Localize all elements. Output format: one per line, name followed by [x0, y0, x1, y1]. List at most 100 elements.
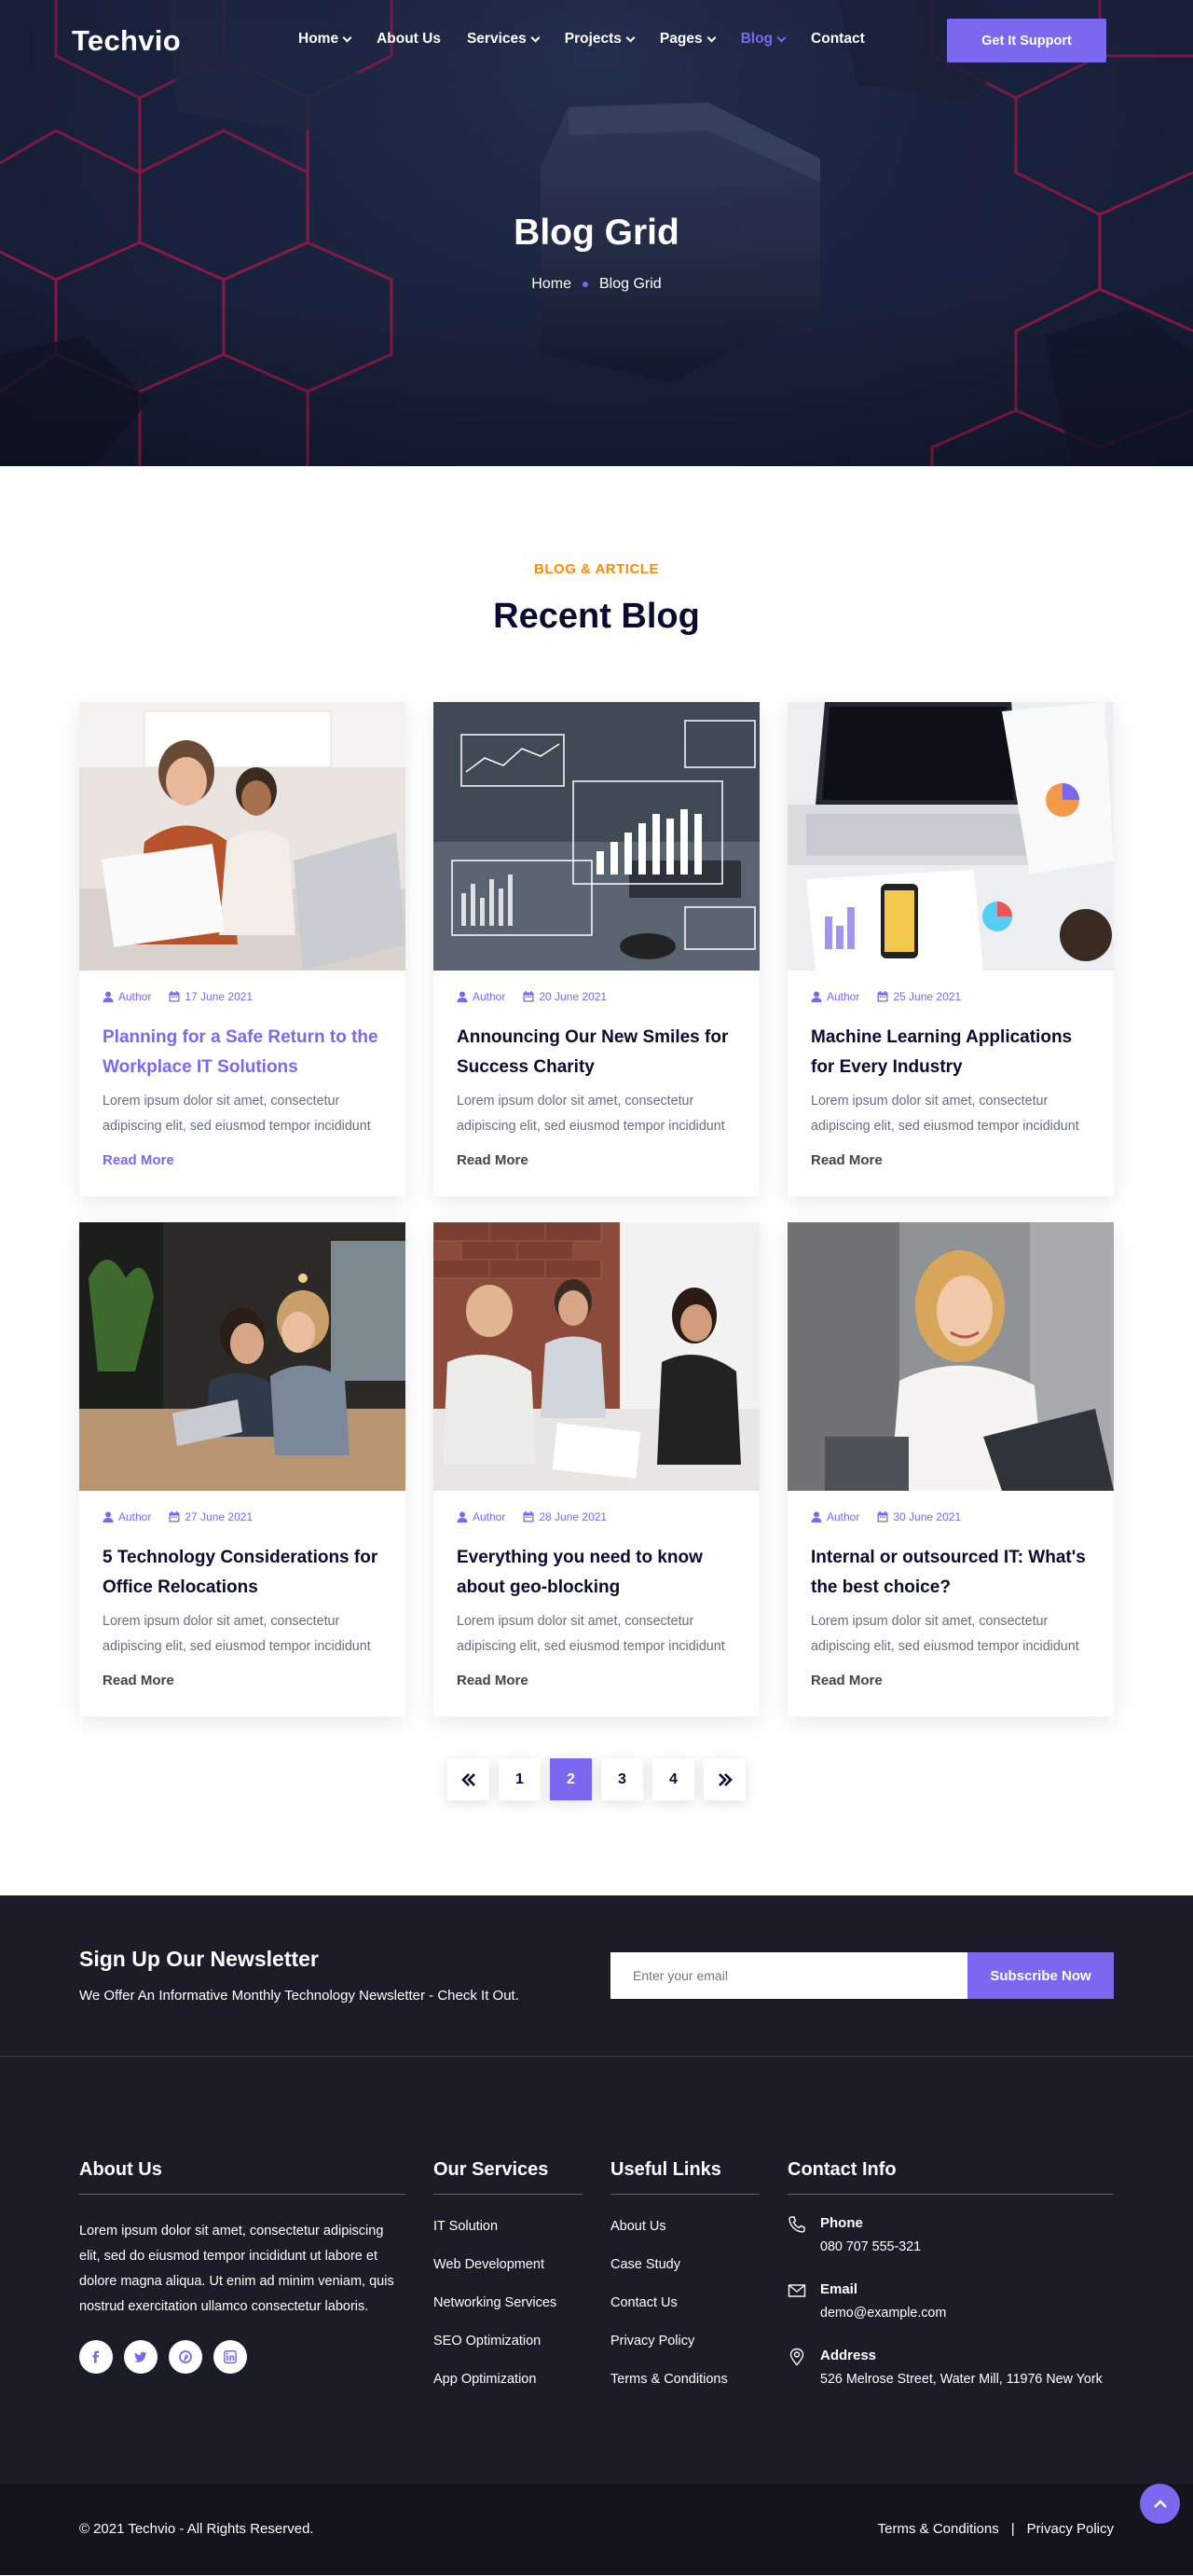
terms-link[interactable]: Terms & Conditions [878, 2521, 999, 2537]
facebook-link[interactable] [79, 2340, 113, 2374]
woman-and-girl-with-laptop-image [79, 702, 405, 971]
privacy-link[interactable]: Privacy Policy [1027, 2521, 1114, 2537]
nav-item-label: Projects [564, 31, 622, 47]
contact-phone-value[interactable]: 080 707 555-321 [820, 2239, 1114, 2254]
read-more-link[interactable]: Read More [811, 1673, 883, 1688]
nav-item-blog[interactable]: Blog [741, 31, 787, 48]
nav-item-contact[interactable]: Contact [811, 31, 865, 48]
contact-phone: Phone 080 707 555-321 [788, 2215, 1114, 2261]
service-link[interactable]: App Optimization [433, 2361, 583, 2399]
blog-card-meta: Author 25 June 2021 [811, 990, 961, 1003]
useful-link[interactable]: Terms & Conditions [610, 2361, 760, 2399]
chevron-down-icon [776, 33, 787, 42]
blog-card-image[interactable] [788, 1222, 1114, 1491]
blog-card-date: 28 June 2021 [539, 1510, 608, 1523]
copyright-bar: © 2021 Techvio - All Rights Reserved. Te… [0, 2484, 1193, 2575]
site-logo[interactable]: Techvio [72, 24, 181, 58]
nav-item-label: Home [298, 31, 339, 47]
pagination-prev-button[interactable] [447, 1758, 489, 1800]
read-more-link[interactable]: Read More [457, 1673, 528, 1688]
pagination: 1 2 3 4 [447, 1758, 755, 1800]
useful-link[interactable]: Contact Us [610, 2284, 760, 2322]
pagination-page-4[interactable]: 4 [652, 1758, 694, 1800]
breadcrumb-home-link[interactable]: Home [531, 276, 571, 293]
blog-card: Author 20 June 2021 Announcing Our New Smi… [433, 702, 760, 1196]
blog-card-image[interactable] [433, 1222, 760, 1491]
read-more-link[interactable]: Read More [811, 1152, 883, 1168]
service-link[interactable]: SEO Optimization [433, 2322, 583, 2361]
nav-item-home[interactable]: Home [298, 31, 352, 48]
blog-card-title[interactable]: Announcing Our New Smiles for Success Ch… [457, 1023, 741, 1082]
nav-item-projects[interactable]: Projects [564, 31, 636, 48]
service-link[interactable]: Web Development [433, 2246, 583, 2284]
blog-card-meta: Author 17 June 2021 [103, 990, 253, 1003]
blog-card-meta: Author 28 June 2021 [457, 1510, 607, 1523]
map-pin-icon [789, 2348, 804, 2366]
twitter-link[interactable] [124, 2340, 158, 2374]
service-link[interactable]: Networking Services [433, 2284, 583, 2322]
nav-item-label: About Us [377, 31, 441, 47]
useful-link[interactable]: Case Study [610, 2246, 760, 2284]
blog-card-image[interactable] [788, 702, 1114, 971]
footer-services-column: Our Services IT Solution Web Development… [433, 2159, 583, 2399]
blog-card-image[interactable] [433, 702, 760, 971]
team-meeting-image [433, 1222, 760, 1491]
read-more-link[interactable]: Read More [103, 1673, 174, 1688]
pinterest-link[interactable] [169, 2340, 202, 2374]
blog-card-date: 25 June 2021 [893, 990, 962, 1003]
blog-card-image[interactable] [79, 702, 405, 971]
nav-item-about-us[interactable]: About Us [377, 31, 441, 48]
nav-item-pages[interactable]: Pages [660, 31, 717, 48]
contact-address-value: 526 Melrose Street, Water Mill, 11976 Ne… [820, 2372, 1103, 2387]
footer-contact-title: Contact Info [788, 2159, 1114, 2195]
linkedin-link[interactable] [213, 2340, 247, 2374]
blog-card-title[interactable]: Internal or outsourced IT: What's the be… [811, 1543, 1095, 1603]
blog-card: Author 25 June 2021 Machine Learning Appli… [788, 702, 1114, 1196]
copyright-text: 2021 Techvio - All Rights Reserved. [93, 2521, 314, 2537]
blog-card-image[interactable] [79, 1222, 405, 1491]
blog-card-title[interactable]: Everything you need to know about geo-bl… [457, 1543, 741, 1603]
blog-card-author[interactable]: Author [118, 1510, 151, 1523]
blog-card-title[interactable]: Machine Learning Applications for Every … [811, 1023, 1095, 1082]
section-title: Recent Blog [493, 597, 700, 636]
social-links [79, 2340, 405, 2374]
blog-card-author[interactable]: Author [827, 990, 859, 1003]
pagination-page-3[interactable]: 3 [601, 1758, 643, 1800]
chevron-down-icon [530, 33, 541, 42]
contact-address-label: Address [820, 2348, 877, 2363]
nav-item-label: Contact [811, 31, 865, 47]
blog-card-date: 20 June 2021 [539, 990, 608, 1003]
pagination-page-2-current[interactable]: 2 [550, 1758, 592, 1800]
blog-card-author[interactable]: Author [827, 1510, 859, 1523]
read-more-link[interactable]: Read More [457, 1152, 528, 1168]
read-more-link[interactable]: Read More [103, 1152, 174, 1168]
copyright-icon: © [79, 2521, 90, 2537]
useful-link[interactable]: Privacy Policy [610, 2322, 760, 2361]
pagination-next-button[interactable] [704, 1758, 746, 1800]
chevron-up-icon [1153, 2499, 1167, 2508]
pagination-page-1[interactable]: 1 [499, 1758, 541, 1800]
nav-item-services[interactable]: Services [466, 31, 541, 48]
blog-card-excerpt: Lorem ipsum dolor sit amet, consectetur … [811, 1094, 1079, 1134]
calendar-icon [523, 1511, 534, 1522]
service-link[interactable]: IT Solution [433, 2208, 583, 2246]
blog-card-title[interactable]: 5 Technology Considerations for Office R… [103, 1543, 387, 1603]
blog-card-title[interactable]: Planning for a Safe Return to the Workpl… [103, 1023, 387, 1082]
blog-card-author[interactable]: Author [473, 1510, 505, 1523]
user-icon [811, 1511, 822, 1522]
newsletter-title: Sign Up Our Newsletter [79, 1947, 319, 1971]
blog-card-author[interactable]: Author [473, 990, 505, 1003]
useful-link[interactable]: About Us [610, 2208, 760, 2246]
contact-email-value[interactable]: demo@example.com [820, 2306, 1114, 2321]
footer-contact-column: Contact Info Phone 080 707 555-321 Email… [788, 2159, 1114, 2393]
get-it-support-button[interactable]: Get It Support [947, 19, 1106, 62]
blog-card-meta: Author 30 June 2021 [811, 1510, 961, 1523]
nav-item-label: Services [466, 31, 527, 47]
blog-card-author[interactable]: Author [118, 990, 151, 1003]
blog-card-excerpt: Lorem ipsum dolor sit amet, consectetur … [457, 1094, 725, 1134]
back-to-top-button[interactable] [1140, 2484, 1180, 2524]
chevron-down-icon [706, 33, 717, 42]
user-icon [103, 991, 114, 1002]
subscribe-button[interactable]: Subscribe Now [967, 1952, 1114, 1999]
newsletter-email-input[interactable] [610, 1952, 967, 1999]
